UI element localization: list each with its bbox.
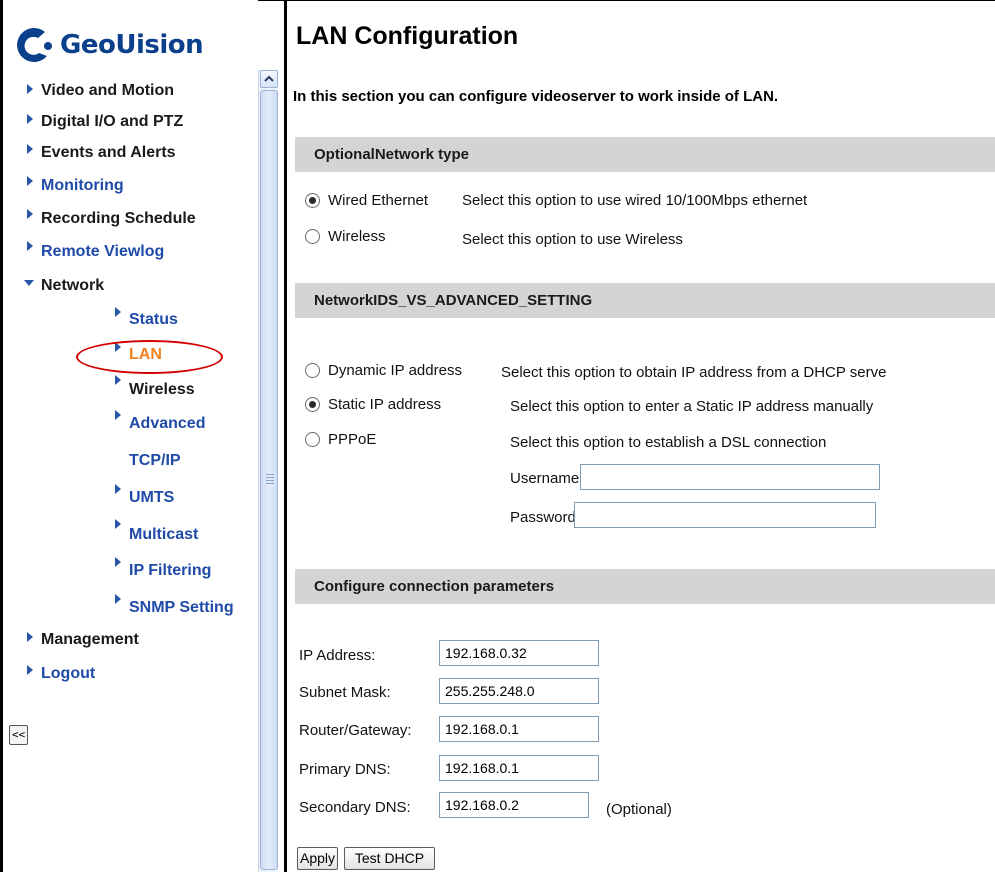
ip-address-input[interactable]: 192.168.0.32: [439, 640, 599, 666]
static-ip-radio[interactable]: [305, 397, 320, 412]
collapse-sidebar-button[interactable]: <<: [9, 725, 28, 745]
section-header-network-type: OptionalNetwork type: [295, 137, 995, 172]
primary-dns-label: Primary DNS:: [299, 761, 391, 778]
sidebar-item-management[interactable]: Management: [41, 631, 139, 649]
sidebar-subitem-snmp-setting[interactable]: SNMP Setting: [129, 599, 234, 617]
scroll-grip-line: [266, 483, 274, 484]
scroll-up-button[interactable]: [260, 70, 278, 88]
optional-note: (Optional): [606, 801, 672, 818]
sidebar-subitem-ip-filtering[interactable]: IP Filtering: [129, 562, 211, 580]
sidebar-item-network[interactable]: Network: [41, 277, 104, 295]
dynamic-ip-label: Dynamic IP address: [328, 362, 462, 379]
password-input[interactable]: [574, 502, 876, 528]
nav-arrow-icon: [27, 209, 33, 219]
static-ip-desc: Select this option to enter a Static IP …: [510, 398, 874, 415]
brand-name: GeoUision: [60, 30, 204, 60]
pppoe-desc: Select this option to establish a DSL co…: [510, 434, 827, 451]
sidebar-item-logout[interactable]: Logout: [41, 665, 95, 683]
wireless-label: Wireless: [328, 228, 386, 245]
chevron-up-icon: [264, 75, 274, 82]
gateway-input[interactable]: 192.168.0.1: [439, 716, 599, 742]
pppoe-label: PPPoE: [328, 431, 377, 448]
brand-logo[interactable]: GeoUision: [13, 26, 243, 66]
sidebar-subitem-multicast[interactable]: Multicast: [129, 526, 198, 544]
sidebar-subitem-tcpip[interactable]: TCP/IP: [129, 452, 181, 470]
sidebar-item-digital-io[interactable]: Digital I/O and PTZ: [41, 113, 183, 131]
page-title: LAN Configuration: [296, 22, 519, 50]
primary-dns-input[interactable]: 192.168.0.1: [439, 755, 599, 781]
nav-arrow-icon: [115, 307, 121, 317]
nav-arrow-icon: [27, 241, 33, 251]
wireless-radio[interactable]: [305, 229, 320, 244]
pppoe-radio[interactable]: [305, 432, 320, 447]
dynamic-ip-radio[interactable]: [305, 363, 320, 378]
scroll-grip-line: [266, 474, 274, 475]
nav-arrow-icon: [115, 484, 121, 494]
lan-highlight-circle: [76, 340, 223, 374]
username-label: Username:: [510, 470, 584, 487]
sidebar-subitem-umts[interactable]: UMTS: [129, 489, 174, 507]
sidebar-scrollbar[interactable]: [258, 70, 278, 872]
scroll-grip-line: [266, 477, 274, 478]
main-content: LAN Configuration In this section you ca…: [287, 0, 995, 872]
sidebar-item-video-motion[interactable]: Video and Motion: [41, 82, 174, 100]
sidebar-subitem-status[interactable]: Status: [129, 311, 178, 329]
username-input[interactable]: [580, 464, 880, 490]
nav-arrow-icon: [115, 594, 121, 604]
nav-arrow-icon: [27, 176, 33, 186]
password-label: Password:: [510, 509, 581, 526]
scroll-grip-line: [266, 480, 274, 481]
sidebar: GeoUision Video and Motion Digital I/O a…: [3, 0, 258, 872]
nav-arrow-icon: [27, 114, 33, 124]
secondary-dns-label: Secondary DNS:: [299, 799, 411, 816]
static-ip-label: Static IP address: [328, 396, 442, 413]
test-dhcp-button[interactable]: Test DHCP: [344, 847, 435, 870]
wired-ethernet-label: Wired Ethernet: [328, 192, 429, 209]
ip-address-label: IP Address:: [299, 647, 376, 664]
sidebar-item-recording-schedule[interactable]: Recording Schedule: [41, 210, 196, 228]
sidebar-subitem-advanced[interactable]: Advanced: [129, 415, 205, 433]
secondary-dns-input[interactable]: 192.168.0.2: [439, 792, 589, 818]
expanded-arrow-icon: [24, 280, 34, 286]
sidebar-item-events-alerts[interactable]: Events and Alerts: [41, 144, 176, 162]
subnet-mask-input[interactable]: 255.255.248.0: [439, 678, 599, 704]
nav-arrow-icon: [115, 557, 121, 567]
nav-arrow-icon: [27, 665, 33, 675]
wireless-desc: Select this option to use Wireless: [462, 231, 683, 248]
sidebar-subitem-wireless[interactable]: Wireless: [129, 381, 195, 399]
section-header-connection: Configure connection parameters: [295, 569, 995, 604]
sidebar-item-monitoring[interactable]: Monitoring: [41, 177, 124, 195]
nav-arrow-icon: [27, 144, 33, 154]
gateway-label: Router/Gateway:: [299, 722, 412, 739]
nav-arrow-icon: [27, 84, 33, 94]
nav-arrow-icon: [115, 519, 121, 529]
nav-arrow-icon: [115, 410, 121, 420]
nav-arrow-icon: [27, 632, 33, 642]
subnet-mask-label: Subnet Mask:: [299, 684, 391, 701]
apply-button[interactable]: Apply: [297, 847, 338, 870]
section-header-advanced-setting: NetworkIDS_VS_ADVANCED_SETTING: [295, 283, 995, 318]
geovision-logo-icon: [17, 27, 52, 62]
dynamic-ip-desc: Select this option to obtain IP address …: [501, 364, 887, 381]
scroll-thumb[interactable]: [260, 90, 278, 870]
sidebar-item-remote-viewlog[interactable]: Remote Viewlog: [41, 243, 164, 261]
wired-ethernet-desc: Select this option to use wired 10/100Mb…: [462, 192, 808, 209]
intro-text: In this section you can configure videos…: [293, 88, 779, 105]
nav-arrow-icon: [115, 375, 121, 385]
wired-ethernet-radio[interactable]: [305, 193, 320, 208]
